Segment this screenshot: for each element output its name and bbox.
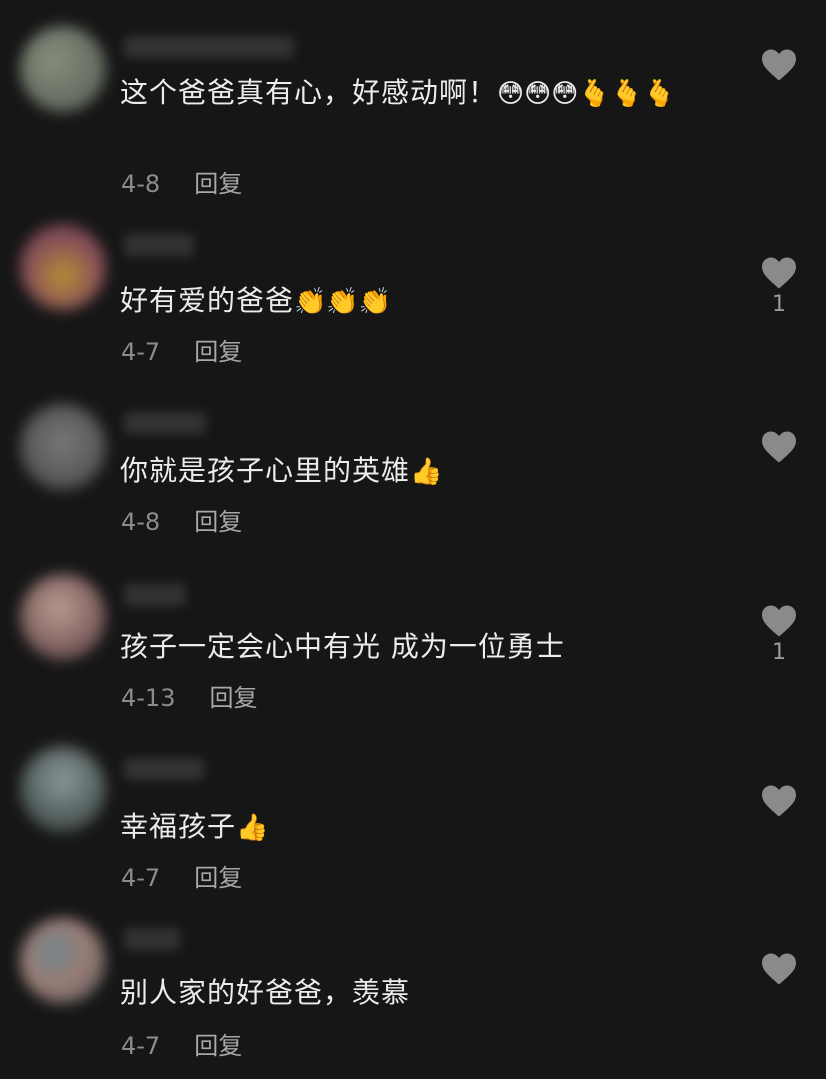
avatar[interactable] <box>20 26 106 112</box>
reply-button[interactable]: 回复 <box>194 508 242 536</box>
heart-icon[interactable] <box>756 256 802 290</box>
comment-text-body: 你就是孩子心里的英雄 <box>120 454 411 487</box>
like-button[interactable] <box>756 952 802 988</box>
comment-emojis: 👏👏👏 <box>294 287 392 317</box>
comment-text: 好有爱的爸爸👏👏👏 <box>120 280 710 323</box>
like-button[interactable]: 1 <box>756 604 802 665</box>
reply-button[interactable]: 回复 <box>194 864 242 892</box>
comment-text-body: 这个爸爸真有心，好感动啊！ <box>120 76 498 109</box>
username[interactable] <box>124 234 194 256</box>
comment-text: 这个爸爸真有心，好感动啊！😳😳😳🫰🫰🫰 <box>120 72 710 115</box>
comment-meta: 4-13 回复 <box>121 678 257 713</box>
comment-text: 别人家的好爸爸，羡慕 <box>120 972 710 1015</box>
username[interactable] <box>124 36 294 58</box>
heart-icon[interactable] <box>756 952 802 986</box>
like-count: 1 <box>772 640 786 665</box>
comment-text-body: 好有爱的爸爸 <box>120 284 295 317</box>
comment-item: 孩子一定会心中有光 成为一位勇士 4-13 回复 1 <box>0 558 826 736</box>
comment-item: 好有爱的爸爸👏👏👏 4-7 回复 1 <box>0 200 826 390</box>
username[interactable] <box>124 584 186 606</box>
comment-date: 4-8 <box>121 508 161 536</box>
heart-icon[interactable] <box>756 48 802 82</box>
comment-meta: 4-8 回复 <box>121 164 242 199</box>
comment-text: 你就是孩子心里的英雄👍 <box>120 450 710 493</box>
comment-item: 这个爸爸真有心，好感动啊！😳😳😳🫰🫰🫰 4-8 回复 <box>0 0 826 200</box>
comment-date: 4-13 <box>121 684 176 712</box>
comment-meta: 4-7 回复 <box>121 858 242 893</box>
like-button[interactable]: 1 <box>756 256 802 317</box>
comment-item: 你就是孩子心里的英雄👍 4-8 回复 <box>0 390 826 558</box>
comment-item: 别人家的好爸爸，羡慕 4-7 回复 <box>0 906 826 1079</box>
comment-date: 4-7 <box>121 1032 161 1060</box>
comment-text: 幸福孩子👍 <box>120 806 710 849</box>
comment-emojis: 👍 <box>410 457 443 487</box>
username[interactable] <box>124 928 180 950</box>
avatar[interactable] <box>20 746 106 832</box>
heart-icon[interactable] <box>756 430 802 464</box>
like-count: 1 <box>772 292 786 317</box>
comment-emojis: 👍 <box>236 813 269 843</box>
username[interactable] <box>124 758 204 780</box>
reply-button[interactable]: 回复 <box>194 1032 242 1060</box>
comment-text-body: 幸福孩子 <box>120 810 237 843</box>
comment-date: 4-7 <box>121 338 161 366</box>
comment-text-body: 孩子一定会心中有光 成为一位勇士 <box>120 630 565 663</box>
avatar[interactable] <box>20 574 106 660</box>
avatar[interactable] <box>20 224 106 310</box>
like-button[interactable] <box>756 430 802 466</box>
avatar[interactable] <box>20 918 106 1004</box>
username[interactable] <box>124 412 206 434</box>
reply-button[interactable]: 回复 <box>209 684 257 712</box>
comment-meta: 4-7 回复 <box>121 1026 242 1061</box>
heart-icon[interactable] <box>756 604 802 638</box>
comment-meta: 4-7 回复 <box>121 332 242 367</box>
comment-date: 4-8 <box>121 170 161 198</box>
heart-icon[interactable] <box>756 784 802 818</box>
avatar[interactable] <box>20 404 106 490</box>
like-button[interactable] <box>756 48 802 84</box>
reply-button[interactable]: 回复 <box>194 170 242 198</box>
comment-item: 幸福孩子👍 4-7 回复 <box>0 736 826 906</box>
comment-text-body: 别人家的好爸爸，羡慕 <box>120 976 411 1009</box>
comment-text: 孩子一定会心中有光 成为一位勇士 <box>120 626 710 669</box>
like-button[interactable] <box>756 784 802 820</box>
comment-emojis: 😳😳😳🫰🫰🫰 <box>497 79 676 109</box>
comment-meta: 4-8 回复 <box>121 502 242 537</box>
comment-date: 4-7 <box>121 864 161 892</box>
reply-button[interactable]: 回复 <box>194 338 242 366</box>
